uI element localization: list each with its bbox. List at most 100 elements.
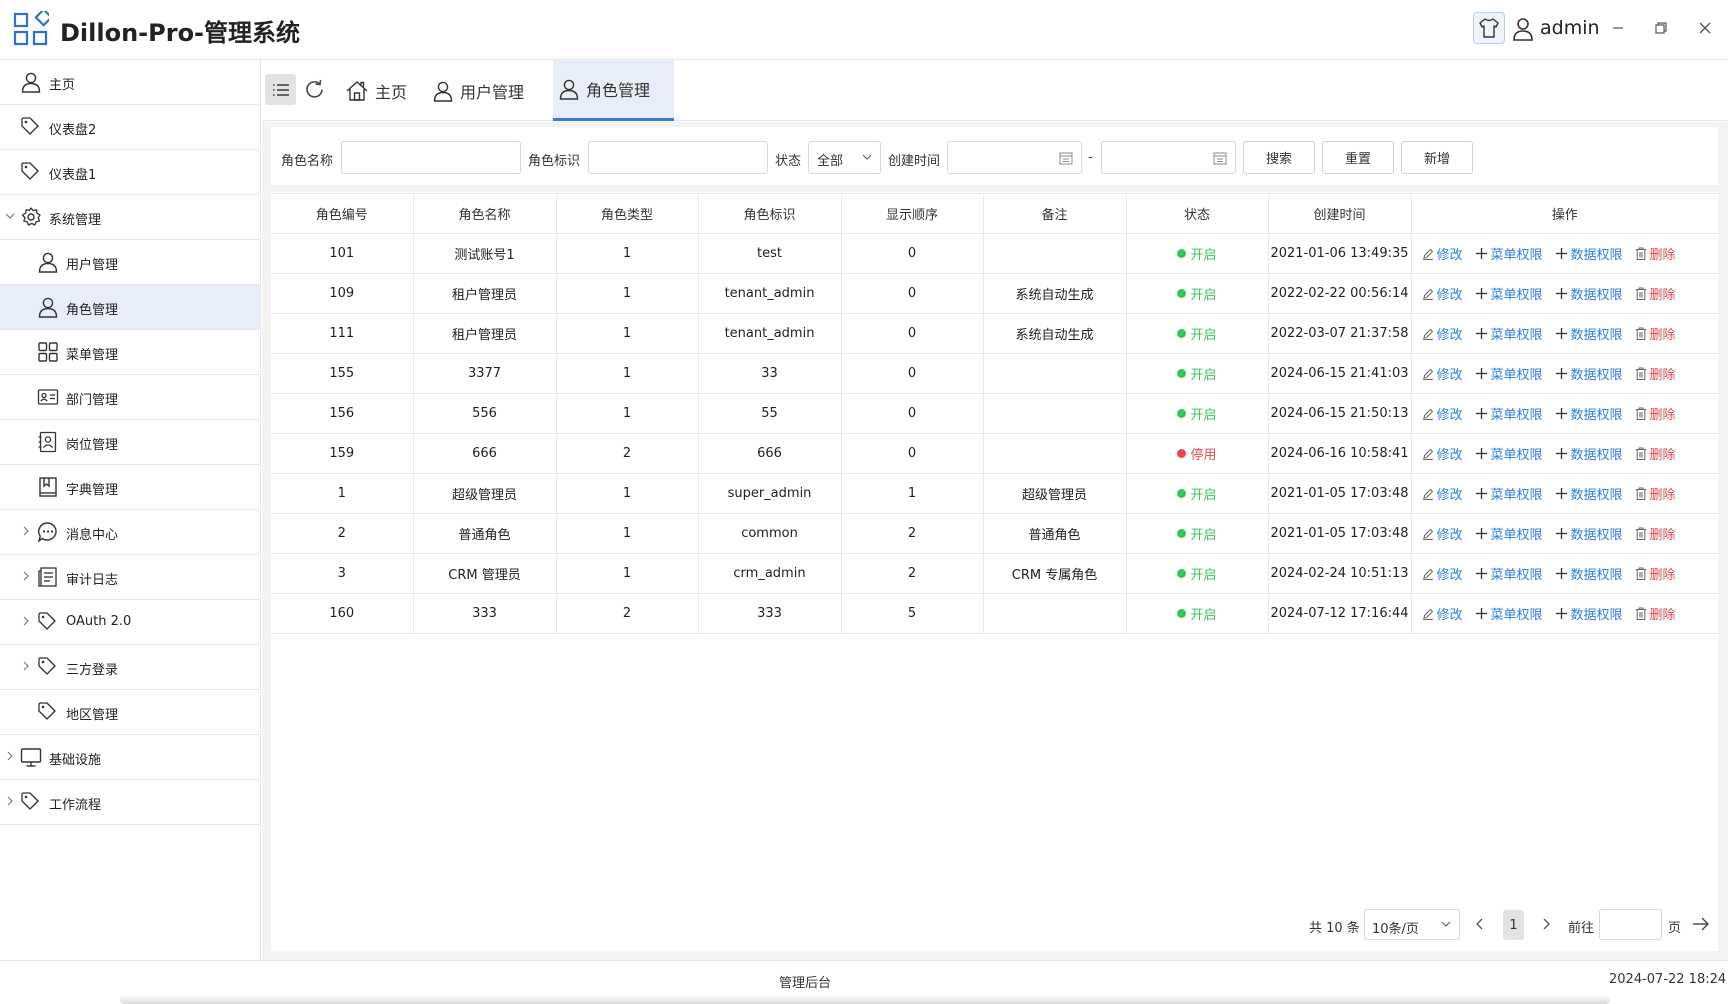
plus-icon	[1555, 488, 1567, 499]
user-name[interactable]: admin	[1540, 17, 1600, 39]
sidebar-item--[interactable]: 工作流程	[0, 780, 260, 825]
role-name-input[interactable]	[341, 141, 521, 174]
menu-permission-label: 菜单权限	[1490, 608, 1543, 623]
edit-button[interactable]: 修改	[1422, 444, 1463, 463]
sidebar-item--[interactable]: 地区管理	[0, 690, 260, 735]
prev-page-icon[interactable]	[1474, 917, 1486, 931]
role-key-input[interactable]	[588, 141, 768, 174]
cell-type: 1	[556, 513, 699, 554]
sidebar-item--[interactable]: 消息中心	[0, 510, 260, 555]
edit-button[interactable]: 修改	[1422, 524, 1463, 543]
delete-button[interactable]: 删除	[1635, 364, 1676, 383]
cell-status: 开启	[1126, 393, 1269, 434]
edit-button[interactable]: 修改	[1422, 244, 1463, 263]
delete-button[interactable]: 删除	[1635, 244, 1676, 263]
user-avatar-icon[interactable]	[1512, 17, 1534, 41]
add-button[interactable]: 新增	[1401, 141, 1473, 174]
menu-permission-button[interactable]: 菜单权限	[1475, 284, 1543, 303]
menu-permission-button[interactable]: 菜单权限	[1475, 364, 1543, 383]
delete-button[interactable]: 删除	[1635, 604, 1676, 623]
data-permission-button[interactable]: 数据权限	[1555, 604, 1623, 623]
restore-icon[interactable]	[1651, 18, 1671, 38]
sidebar-item--[interactable]: 菜单管理	[0, 330, 260, 375]
arrow-right-icon[interactable]	[1692, 917, 1710, 931]
data-permission-button[interactable]: 数据权限	[1555, 564, 1623, 583]
page-size-select[interactable]: 10条/页	[1364, 909, 1460, 940]
refresh-icon[interactable]	[303, 78, 326, 101]
edit-button[interactable]: 修改	[1422, 484, 1463, 503]
cell-id: 2	[271, 513, 414, 554]
menu-permission-button[interactable]: 菜单权限	[1475, 404, 1543, 423]
edit-button[interactable]: 修改	[1422, 324, 1463, 343]
edit-button[interactable]: 修改	[1422, 364, 1463, 383]
data-permission-button[interactable]: 数据权限	[1555, 324, 1623, 343]
edit-button[interactable]: 修改	[1422, 284, 1463, 303]
edit-button[interactable]: 修改	[1422, 604, 1463, 623]
data-permission-button[interactable]: 数据权限	[1555, 524, 1623, 543]
menu-permission-label: 菜单权限	[1490, 448, 1543, 463]
cell-key: tenant_admin	[698, 313, 842, 354]
menu-toggle-button[interactable]	[265, 74, 296, 105]
sidebar-item--[interactable]: 部门管理	[0, 375, 260, 420]
data-permission-label: 数据权限	[1570, 528, 1623, 543]
sidebar-item--[interactable]: 岗位管理	[0, 420, 260, 465]
menu-permission-button[interactable]: 菜单权限	[1475, 444, 1543, 463]
search-button[interactable]: 搜索	[1243, 141, 1315, 174]
data-permission-button[interactable]: 数据权限	[1555, 404, 1623, 423]
delete-button[interactable]: 删除	[1635, 284, 1676, 303]
next-page-icon[interactable]	[1540, 917, 1552, 931]
sidebar-item--[interactable]: 三方登录	[0, 645, 260, 690]
close-icon[interactable]	[1695, 18, 1715, 38]
tab-2[interactable]: 角色管理	[553, 60, 674, 121]
start-date-input[interactable]	[947, 141, 1082, 174]
delete-button[interactable]: 删除	[1635, 444, 1676, 463]
data-permission-button[interactable]: 数据权限	[1555, 244, 1623, 263]
sidebar-item--[interactable]: 基础设施	[0, 735, 260, 780]
trash-icon	[1635, 287, 1646, 300]
reset-button[interactable]: 重置	[1322, 141, 1394, 174]
sidebar-item--[interactable]: 用户管理	[0, 240, 260, 285]
sidebar-item--1[interactable]: 仪表盘1	[0, 150, 260, 195]
delete-button[interactable]: 删除	[1635, 564, 1676, 583]
menu-permission-button[interactable]: 菜单权限	[1475, 324, 1543, 343]
minimize-icon[interactable]	[1608, 18, 1628, 38]
delete-button[interactable]: 删除	[1635, 484, 1676, 503]
end-date-input[interactable]	[1101, 141, 1236, 174]
plus-icon	[1555, 328, 1567, 339]
sidebar-item--2[interactable]: 仪表盘2	[0, 105, 260, 150]
data-permission-button[interactable]: 数据权限	[1555, 284, 1623, 303]
menu-permission-button[interactable]: 菜单权限	[1475, 244, 1543, 263]
cell-actions: 修改 菜单权限 数据权限 删除	[1411, 273, 1718, 314]
data-permission-button[interactable]: 数据权限	[1555, 444, 1623, 463]
sidebar-item--[interactable]: 字典管理	[0, 465, 260, 510]
cell-status: 停用	[1126, 433, 1269, 474]
sidebar-item--[interactable]: 审计日志	[0, 555, 260, 600]
menu-permission-button[interactable]: 菜单权限	[1475, 524, 1543, 543]
theme-button[interactable]	[1473, 12, 1505, 44]
edit-button[interactable]: 修改	[1422, 404, 1463, 423]
data-permission-button[interactable]: 数据权限	[1555, 364, 1623, 383]
delete-button[interactable]: 删除	[1635, 324, 1676, 343]
status-dot	[1177, 449, 1187, 458]
cell-id: 155	[271, 353, 414, 394]
sidebar-item-oauth-2-0[interactable]: OAuth 2.0	[0, 600, 260, 645]
page-button[interactable]: 1	[1503, 910, 1524, 940]
cell-order: 0	[841, 233, 984, 274]
tab-1[interactable]: 用户管理	[432, 60, 532, 121]
menu-permission-button[interactable]: 菜单权限	[1475, 564, 1543, 583]
tab-0[interactable]: 主页	[345, 60, 421, 121]
sidebar-item--[interactable]: 主页	[0, 60, 260, 105]
delete-button[interactable]: 删除	[1635, 404, 1676, 423]
sidebar-item--[interactable]: 角色管理	[0, 285, 260, 330]
menu-permission-button[interactable]: 菜单权限	[1475, 484, 1543, 503]
taskbar-shadow	[120, 995, 1610, 1004]
sidebar-item--[interactable]: 系统管理	[0, 195, 260, 240]
delete-button[interactable]: 删除	[1635, 524, 1676, 543]
goto-page-input[interactable]	[1599, 909, 1662, 940]
data-permission-button[interactable]: 数据权限	[1555, 484, 1623, 503]
menu-permission-button[interactable]: 菜单权限	[1475, 604, 1543, 623]
edit-button[interactable]: 修改	[1422, 564, 1463, 583]
cell-status: 开启	[1126, 553, 1269, 594]
status-select[interactable]: 全部	[808, 141, 881, 174]
column-header: 操作	[1411, 193, 1718, 234]
